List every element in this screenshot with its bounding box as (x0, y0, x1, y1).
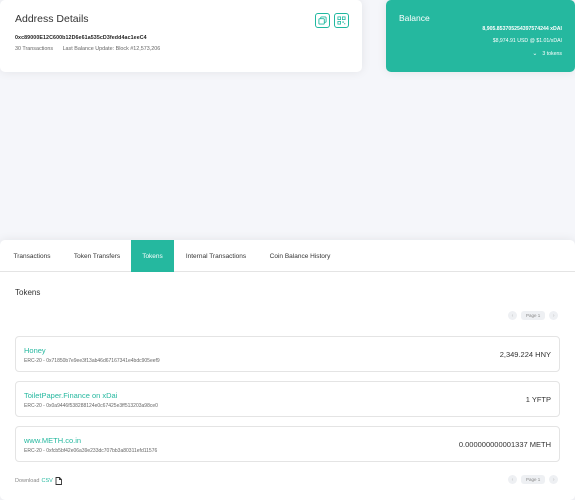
address-details-title: Address Details (15, 13, 89, 25)
tab-transactions[interactable]: Transactions (0, 240, 64, 272)
transactions-count: 30 Transactions (15, 46, 54, 52)
prev-page-button[interactable]: ‹ (508, 475, 517, 484)
token-row: ToiletPaper.Finance on xDai ERC-20 - 0x0… (15, 381, 560, 417)
download-label: Download (15, 478, 40, 484)
token-name-link[interactable]: ToiletPaper.Finance on xDai (24, 391, 117, 400)
tab-bar: Transactions Token Transfers Tokens Inte… (0, 240, 575, 272)
csv-label: CSV (41, 478, 53, 484)
address-hash[interactable]: 0xc89000E12C600b12D6e61a535cD3fedd4ac1ee… (15, 35, 347, 41)
balance-usd: $8,974.91 USD @ $1.01/xDAI (492, 38, 562, 44)
token-row: www.METH.co.in ERC-20 - 0xfcb5bf42e06a39… (15, 426, 560, 462)
address-details-card: Address Details 0xc89000E12C600b12D6e61a… (0, 0, 362, 72)
token-amount: 2,349.224 HNY (499, 350, 551, 359)
pagination-top: ‹ Page 1 › (508, 311, 559, 320)
token-contract: ERC-20 - 0xfcb5bf42e06a39e233dc707bb3a80… (24, 448, 158, 454)
tokens-count: 3 tokens (542, 51, 562, 57)
page-indicator: Page 1 (521, 311, 546, 320)
token-name-link[interactable]: Honey (24, 346, 46, 355)
qr-code-icon (337, 16, 346, 25)
token-row: Honey ERC-20 - 0x71850b7e9ee3f13ab46d671… (15, 336, 560, 372)
tab-internal-transactions[interactable]: Internal Transactions (174, 240, 258, 272)
balance-card: Balance 8,905.853705254397574244 xDAI $8… (386, 0, 575, 72)
address-meta: 30 Transactions Last Balance Update: Blo… (15, 46, 347, 52)
next-page-button[interactable]: › (549, 475, 559, 484)
token-name-link[interactable]: www.METH.co.in (24, 436, 81, 445)
pagination-bottom: ‹ Page 1 › (508, 475, 559, 484)
token-amount: 0.000000000001337 METH (458, 440, 551, 449)
file-icon (55, 477, 62, 485)
tabs-card: Transactions Token Transfers Tokens Inte… (0, 240, 575, 500)
page-indicator: Page 1 (521, 475, 546, 484)
chevron-down-icon: ⌄ (532, 51, 538, 57)
tab-coin-balance-history[interactable]: Coin Balance History (258, 240, 342, 272)
copy-address-button[interactable] (315, 13, 330, 28)
qr-code-button[interactable] (334, 13, 349, 28)
next-page-button[interactable]: › (549, 311, 559, 320)
copy-icon (318, 16, 327, 25)
token-amount: 1 YFTP (525, 395, 551, 404)
balance-title: Balance (399, 13, 430, 23)
token-contract: ERC-20 - 0x71850b7e9ee3f13ab46d67167341e… (24, 358, 160, 364)
tokens-dropdown[interactable]: ⌄ 3 tokens (399, 50, 562, 57)
token-contract: ERC-20 - 0x0a9446f538288124e0c67425e3ff5… (24, 403, 158, 409)
tokens-heading: Tokens (15, 288, 41, 297)
download-csv-link[interactable]: Download CSV (15, 477, 62, 485)
tab-token-transfers[interactable]: Token Transfers (64, 240, 130, 272)
last-balance-update: Last Balance Update: Block #12,573,206 (62, 46, 161, 52)
tab-tokens[interactable]: Tokens (131, 240, 174, 272)
prev-page-button[interactable]: ‹ (508, 311, 517, 320)
balance-xdai: 8,905.853705254397574244 xDAI (482, 26, 562, 32)
